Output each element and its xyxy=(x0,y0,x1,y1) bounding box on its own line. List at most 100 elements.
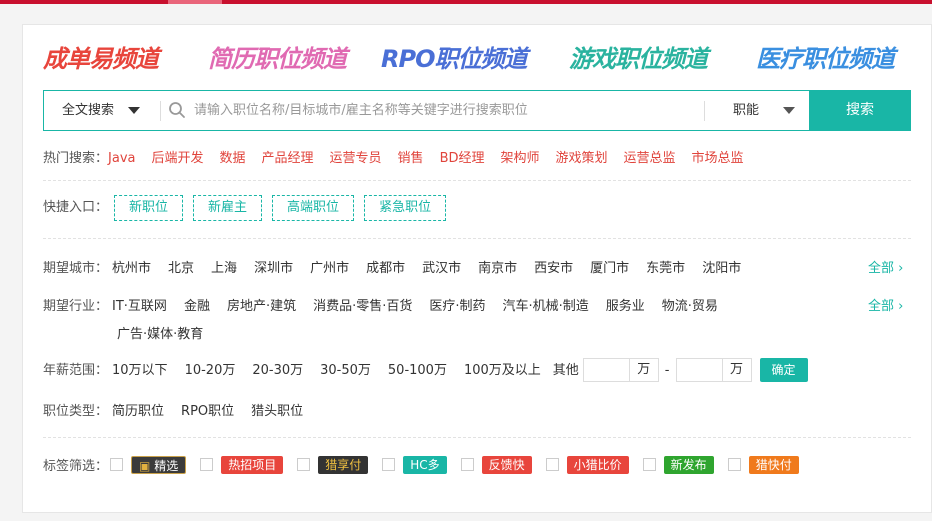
industry-option[interactable]: 金融 xyxy=(184,299,210,314)
hot-search-item[interactable]: 运营专员 xyxy=(330,151,382,166)
tag-checkbox-hc-many[interactable] xyxy=(382,458,396,471)
hot-search-item[interactable]: 销售 xyxy=(398,151,424,166)
industry-option[interactable]: 医疗·制药 xyxy=(429,299,485,314)
city-option[interactable]: 东莞市 xyxy=(646,261,685,276)
search-panel: 成单易频道 简历职位频道 RPO职位频道 游戏职位频道 医疗职位频道 全文搜索 … xyxy=(22,24,932,513)
salary-max-unit: 万 xyxy=(721,358,752,382)
chevron-right-icon: › xyxy=(898,261,904,276)
hot-search-item[interactable]: 运营总监 xyxy=(624,151,676,166)
hot-search-label: 热门搜索： xyxy=(43,151,109,166)
channel-resume-jobs[interactable]: 简历职位频道 xyxy=(208,39,347,74)
city-all-link[interactable]: 全部 › xyxy=(868,257,903,276)
dashed-divider xyxy=(43,437,911,438)
city-option[interactable]: 深圳市 xyxy=(254,261,293,276)
industry-option[interactable]: 服务业 xyxy=(606,299,645,314)
function-select[interactable]: 职能 xyxy=(705,91,811,130)
search-input[interactable] xyxy=(194,91,704,130)
city-option[interactable]: 西安市 xyxy=(534,261,573,276)
tag-hot-project[interactable]: 热招项目 xyxy=(221,455,284,474)
function-select-label: 职能 xyxy=(733,103,760,118)
tag-lie-xiang-fu[interactable]: 猎享付 xyxy=(318,455,369,474)
industry-option[interactable]: IT·互联网 xyxy=(112,299,167,314)
industry-all-label: 全部 xyxy=(868,299,895,314)
tag-checkbox-price-compare[interactable] xyxy=(545,458,559,471)
tag-new-release[interactable]: 新发布 xyxy=(663,455,714,474)
city-option[interactable]: 南京市 xyxy=(478,261,517,276)
industry-filter-label: 期望行业： xyxy=(43,299,109,314)
tag-label: 精选 xyxy=(154,458,179,473)
divider xyxy=(160,101,161,121)
chevron-right-icon: › xyxy=(898,299,904,314)
salary-filter-label: 年薪范围： xyxy=(43,362,109,378)
city-option[interactable]: 广州市 xyxy=(310,261,349,276)
jobtype-option[interactable]: RPO职位 xyxy=(181,404,234,419)
salary-option[interactable]: 100万及以上 xyxy=(464,363,541,378)
channel-medical-jobs[interactable]: 医疗职位频道 xyxy=(756,39,895,74)
quick-entry-new-jobs[interactable]: 新职位 xyxy=(114,195,184,221)
city-filter-row: 期望城市： 杭州市 北京 上海 深圳市 广州市 成都市 武汉市 南京市 西安市 厦门市 东莞市 沈阳市 xyxy=(43,257,758,276)
hot-search-row: 热门搜索：Java 后端开发 数据 产品经理 运营专员 销售 BD经理 架构师 游戏策划 运营总监… xyxy=(43,147,744,166)
salary-confirm-button[interactable]: 确定 xyxy=(759,358,808,382)
salary-option[interactable]: 10万以下 xyxy=(112,363,168,378)
dashed-divider xyxy=(43,238,911,239)
industry-option[interactable]: 房地产·建筑 xyxy=(227,299,296,314)
hot-search-item[interactable]: 产品经理 xyxy=(262,151,314,166)
city-option[interactable]: 成都市 xyxy=(366,261,405,276)
channel-chengdanyi[interactable]: 成单易频道 xyxy=(43,39,159,74)
tag-checkbox-lie-kuai-fu[interactable] xyxy=(727,458,741,471)
hot-search-item[interactable]: 市场总监 xyxy=(692,151,744,166)
salary-option[interactable]: 30-50万 xyxy=(320,363,371,378)
tag-checkbox-featured[interactable] xyxy=(110,458,124,471)
tag-checkbox-hot-project[interactable] xyxy=(200,458,214,471)
salary-max-input[interactable] xyxy=(675,358,722,382)
top-bar xyxy=(0,0,932,4)
tag-checkbox-new-release[interactable] xyxy=(642,458,656,471)
dashed-divider xyxy=(43,180,911,181)
hot-search-item[interactable]: Java xyxy=(108,151,135,166)
salary-option[interactable]: 50-100万 xyxy=(388,363,447,378)
salary-filter-row: 年薪范围： 10万以下 10-20万 20-30万 30-50万 50-100万 100万及… xyxy=(43,358,808,382)
tag-lie-kuai-fu[interactable]: 猎快付 xyxy=(748,455,799,474)
salary-min-input[interactable] xyxy=(582,358,629,382)
tag-fast-feedback[interactable]: 反馈快 xyxy=(481,455,532,474)
industry-option[interactable]: 物流·贸易 xyxy=(662,299,718,314)
tag-checkbox-lie-xiang-fu[interactable] xyxy=(297,458,311,471)
tag-checkbox-fast-feedback[interactable] xyxy=(460,458,474,471)
channel-rpo-jobs[interactable]: RPO职位频道 xyxy=(381,39,527,74)
hot-search-item[interactable]: 游戏策划 xyxy=(556,151,608,166)
search-scope-select[interactable]: 全文搜索 xyxy=(44,91,160,130)
quick-entry-new-employers[interactable]: 新雇主 xyxy=(193,195,263,221)
industry-filter-row: 期望行业： IT·互联网 金融 房地产·建筑 消费品·零售·百货 医疗·制药 汽车·机械·制… xyxy=(43,295,735,314)
city-option[interactable]: 上海 xyxy=(211,261,237,276)
industry-option[interactable]: 消费品·零售·百货 xyxy=(313,299,412,314)
tag-featured[interactable]: ▣ 精选 xyxy=(131,455,187,474)
hot-search-item[interactable]: 后端开发 xyxy=(151,151,203,166)
salary-option[interactable]: 10-20万 xyxy=(185,363,236,378)
industry-option[interactable]: 广告·媒体·教育 xyxy=(117,327,203,342)
jobtype-option[interactable]: 简历职位 xyxy=(112,404,164,419)
quick-entry-urgent-jobs[interactable]: 紧急职位 xyxy=(364,195,447,221)
salary-other-label: 其他 xyxy=(552,362,579,378)
jobtype-option[interactable]: 猎头职位 xyxy=(251,404,303,419)
tag-filter-row: 标签筛选： ▣ 精选 热招项目 猎享付 HC多 反馈快 小猎比价 新发布 猎快付 xyxy=(43,455,813,474)
city-option[interactable]: 杭州市 xyxy=(112,261,151,276)
industry-option[interactable]: 汽车·机械·制造 xyxy=(503,299,589,314)
tag-price-compare[interactable]: 小猎比价 xyxy=(566,455,629,474)
channel-row: 成单易频道 简历职位频道 RPO职位频道 游戏职位频道 医疗职位频道 xyxy=(23,39,932,79)
chevron-down-icon xyxy=(128,107,140,114)
search-scope-label: 全文搜索 xyxy=(62,103,115,118)
channel-game-jobs[interactable]: 游戏职位频道 xyxy=(569,39,708,74)
salary-option[interactable]: 20-30万 xyxy=(252,363,303,378)
top-bar-highlight xyxy=(168,0,222,4)
hot-search-item[interactable]: 架构师 xyxy=(501,151,540,166)
industry-all-link[interactable]: 全部 › xyxy=(868,295,903,314)
hot-search-item[interactable]: BD经理 xyxy=(440,151,485,166)
city-option[interactable]: 武汉市 xyxy=(422,261,461,276)
search-button[interactable]: 搜索 xyxy=(809,90,911,131)
quick-entry-senior-jobs[interactable]: 高端职位 xyxy=(272,195,355,221)
city-option[interactable]: 厦门市 xyxy=(590,261,629,276)
hot-search-item[interactable]: 数据 xyxy=(220,151,246,166)
city-option[interactable]: 沈阳市 xyxy=(702,261,741,276)
tag-hc-many[interactable]: HC多 xyxy=(403,455,447,474)
city-option[interactable]: 北京 xyxy=(168,261,194,276)
